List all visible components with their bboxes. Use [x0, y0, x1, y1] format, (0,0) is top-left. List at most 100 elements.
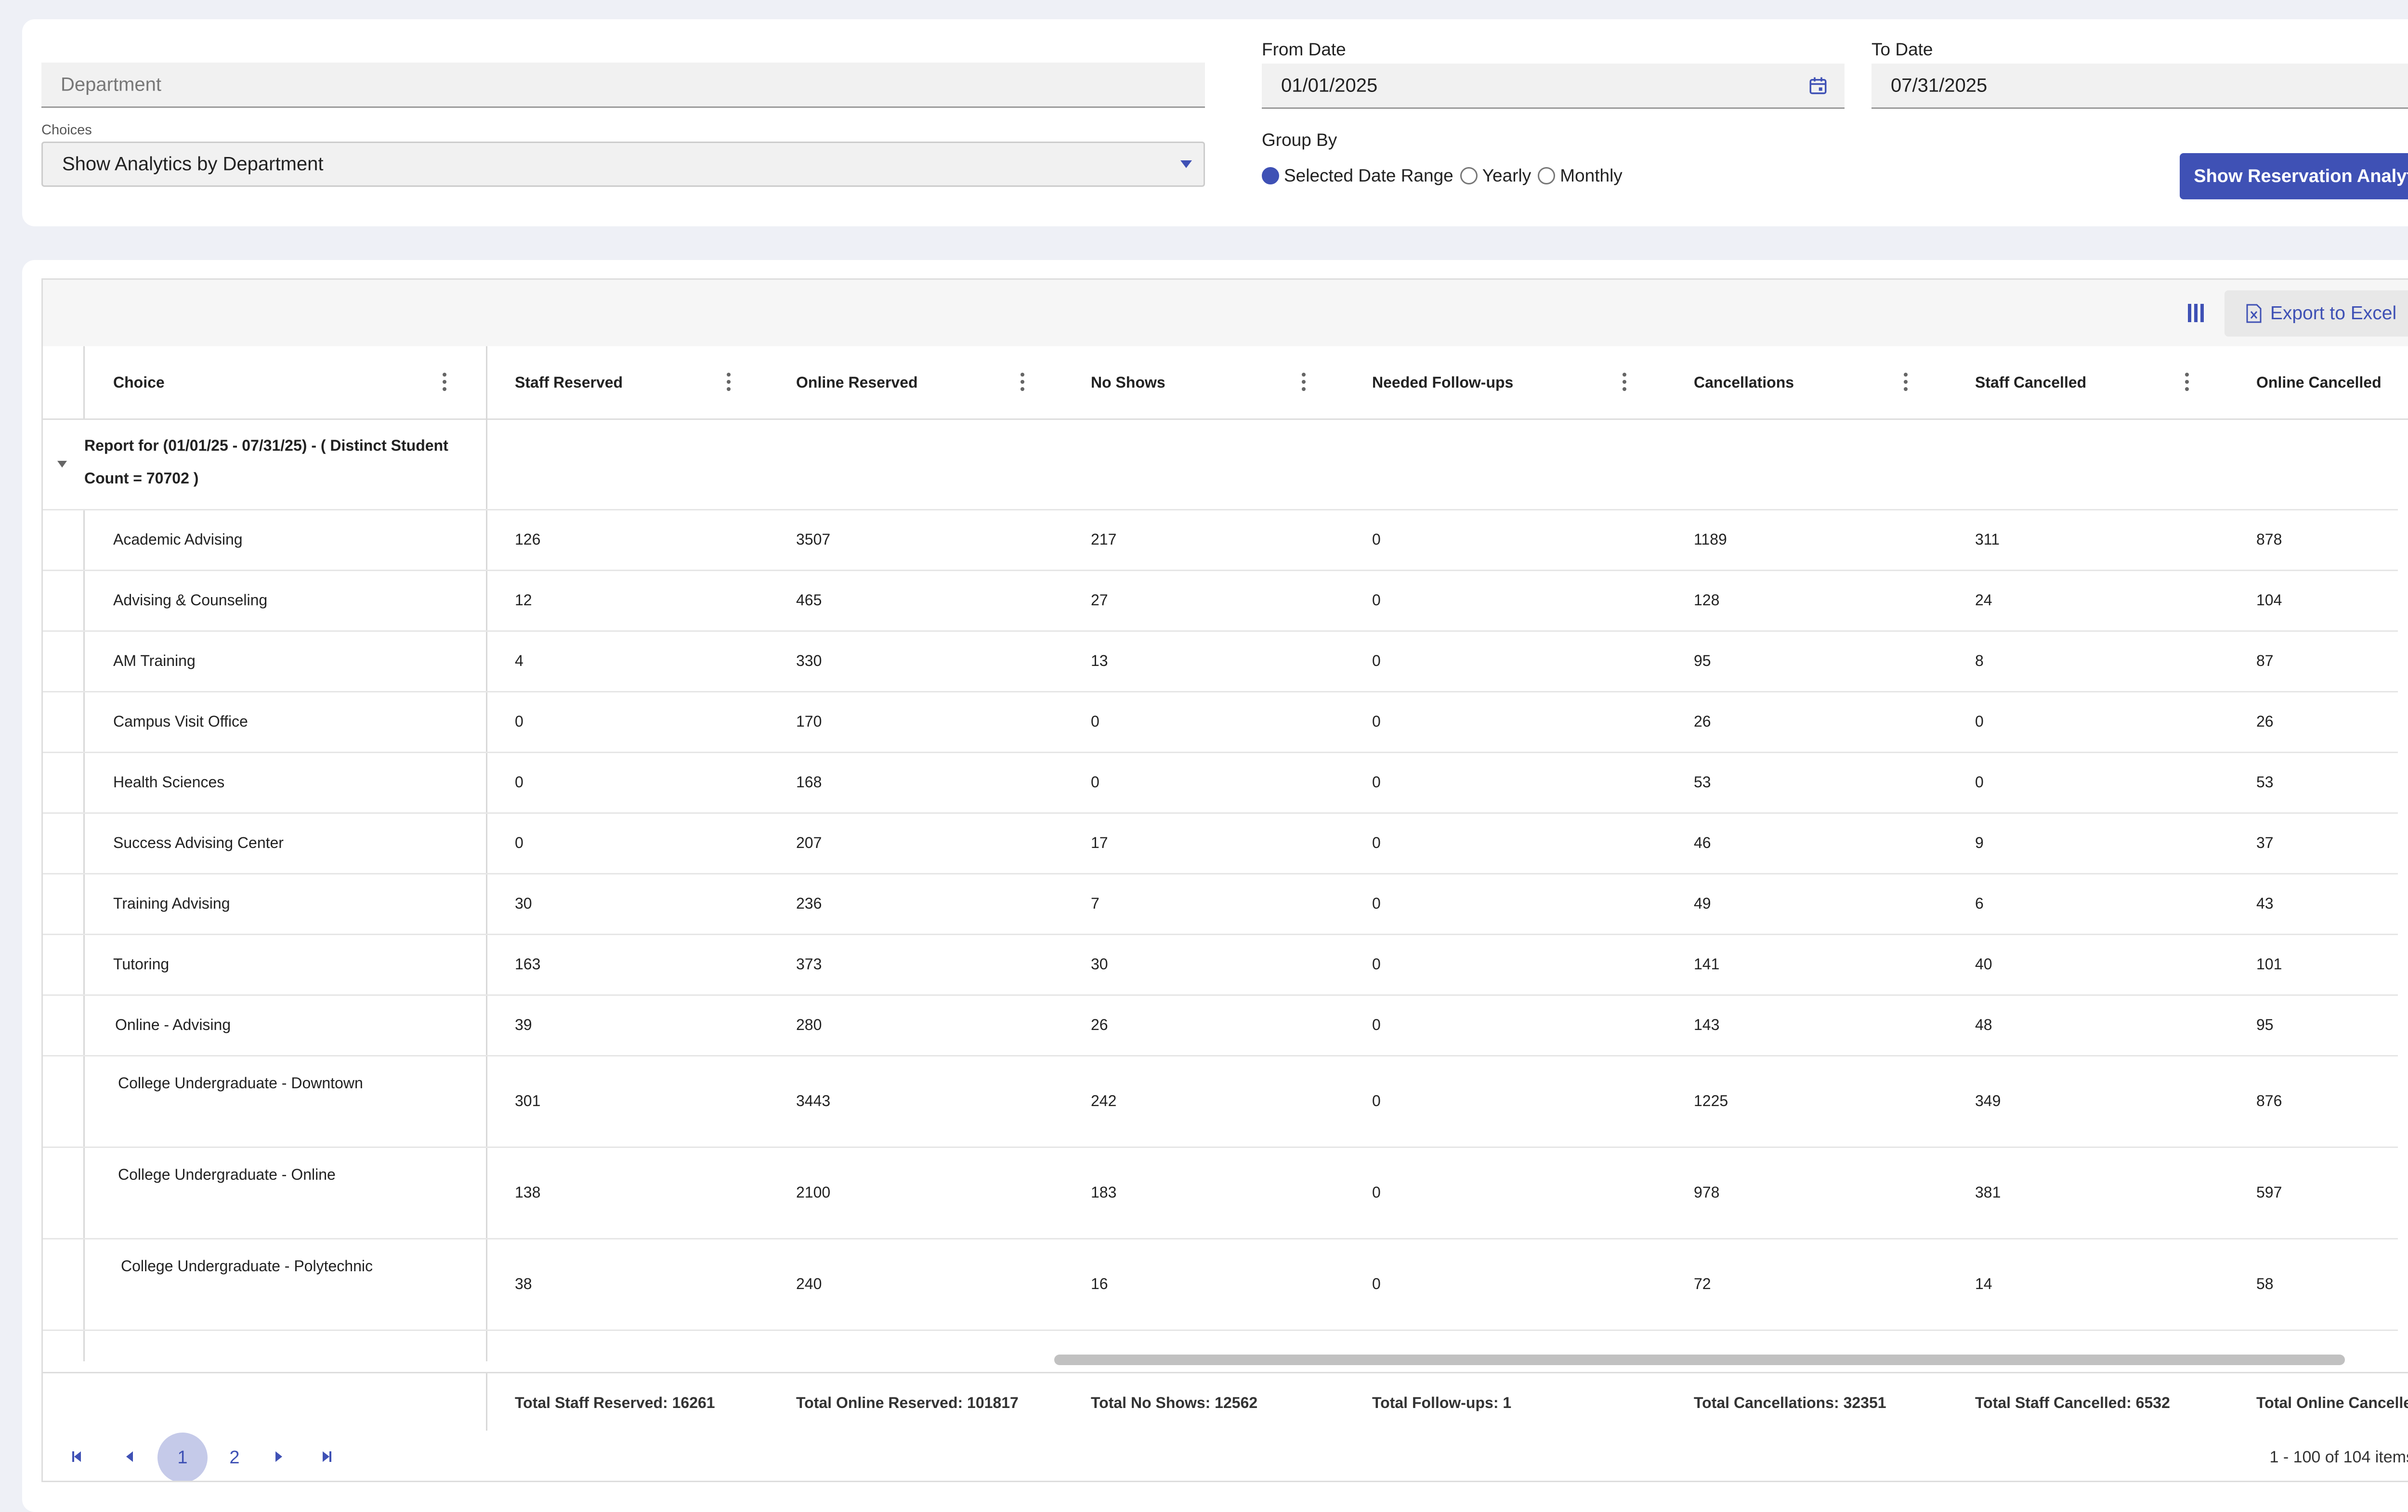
- column-header[interactable]: Online Cancelled: [2256, 346, 2382, 418]
- value-cell: 17: [1091, 834, 1108, 851]
- radio-selected-date-range[interactable]: Selected Date Range: [1262, 166, 1453, 186]
- page-2-button[interactable]: 2: [209, 1433, 260, 1481]
- group-by-label: Group By: [1262, 130, 1337, 150]
- choices-select[interactable]: Show Analytics by Department: [41, 142, 1205, 187]
- table-row[interactable]: Tutoring 163 373 30 0 141 40 101: [43, 934, 2398, 996]
- value-cell: 217: [1091, 530, 1117, 548]
- horizontal-scrollbar[interactable]: [1054, 1355, 2345, 1365]
- table-row[interactable]: Campus Visit Office 0 170 0 0 26 0 26: [43, 691, 2398, 753]
- value-cell: 38: [515, 1275, 532, 1292]
- value-cell: 1189: [1694, 530, 1727, 548]
- show-reservation-analytics-button[interactable]: Show Reservation Analytics: [2180, 153, 2408, 199]
- radio-label: Monthly: [1560, 166, 1623, 185]
- column-menu-icon[interactable]: [727, 373, 731, 391]
- value-cell: 2100: [796, 1183, 831, 1201]
- value-cell: 207: [796, 834, 822, 851]
- table-row[interactable]: Online - Advising 39 280 26 0 143 48 95: [43, 994, 2398, 1056]
- first-page-button[interactable]: [62, 1442, 91, 1471]
- to-date-input[interactable]: 07/31/2025: [1871, 64, 2408, 109]
- table-row[interactable]: College Undergraduate - Online 138 2100 183…: [43, 1147, 2398, 1239]
- choice-cell: Training Advising: [113, 894, 230, 912]
- column-header[interactable]: No Shows: [1091, 346, 1165, 418]
- value-cell: 53: [2256, 773, 2274, 791]
- value-cell: 27: [1091, 591, 1108, 609]
- column-menu-icon[interactable]: [443, 373, 446, 391]
- value-cell: 0: [1372, 1092, 1381, 1109]
- calendar-icon[interactable]: [1808, 76, 1828, 96]
- radio-yearly[interactable]: Yearly: [1460, 166, 1531, 186]
- footer-total: Total Online Reserved: 101817: [796, 1394, 1019, 1411]
- choices-value: Show Analytics by Department: [62, 153, 324, 175]
- last-page-button[interactable]: [313, 1442, 341, 1471]
- table-row[interactable]: Health Sciences 0 168 0 0 53 0 53: [43, 752, 2398, 814]
- column-header[interactable]: Staff Reserved: [515, 346, 623, 418]
- table-row[interactable]: Success Advising Center 0 207 17 0 46 9 37: [43, 812, 2398, 874]
- table-row[interactable]: College Undergraduate - Polytechnic 38 240…: [43, 1238, 2398, 1331]
- value-cell: 141: [1694, 955, 1720, 973]
- column-header[interactable]: Staff Cancelled: [1975, 346, 2086, 418]
- value-cell: 0: [1975, 773, 1984, 791]
- footer-total: Total Staff Cancelled: 6532: [1975, 1394, 2170, 1411]
- value-cell: 597: [2256, 1183, 2282, 1201]
- columns-icon[interactable]: [2184, 301, 2208, 325]
- value-cell: 7: [1091, 894, 1099, 912]
- footer-total: Total Cancellations: 32351: [1694, 1394, 1886, 1411]
- grid-body: Report for (01/01/25 - 07/31/25) - ( Dis…: [43, 418, 2408, 1361]
- table-row[interactable]: Advising & Counseling 12 465 27 0 128 24 104: [43, 570, 2398, 632]
- column-menu-icon[interactable]: [1623, 373, 1626, 391]
- value-cell: 876: [2256, 1092, 2282, 1109]
- value-cell: 30: [1091, 955, 1108, 973]
- value-cell: 46: [1694, 834, 1711, 851]
- column-header[interactable]: Choice: [113, 346, 165, 418]
- value-cell: 168: [796, 773, 822, 791]
- column-menu-icon[interactable]: [1302, 373, 1306, 391]
- value-cell: 72: [1694, 1275, 1711, 1292]
- value-cell: 101: [2256, 955, 2282, 973]
- value-cell: 0: [515, 712, 523, 730]
- choice-cell: Academic Advising: [113, 530, 243, 548]
- value-cell: 0: [1372, 591, 1381, 609]
- value-cell: 26: [1091, 1016, 1108, 1033]
- value-cell: 143: [1694, 1016, 1720, 1033]
- value-cell: 8: [1975, 652, 1984, 669]
- footer-total: Total No Shows: 12562: [1091, 1394, 1258, 1411]
- value-cell: 0: [1372, 1183, 1381, 1201]
- group-row[interactable]: Report for (01/01/25 - 07/31/25) - ( Dis…: [43, 418, 2398, 510]
- value-cell: 3507: [796, 530, 831, 548]
- to-date-value: 07/31/2025: [1891, 75, 1988, 96]
- radio-monthly[interactable]: Monthly: [1538, 166, 1623, 186]
- column-menu-icon[interactable]: [1021, 373, 1024, 391]
- column-menu-icon[interactable]: [1904, 373, 1908, 391]
- table-row[interactable]: College Undergraduate - Downtown 301 3443 2…: [43, 1055, 2398, 1148]
- column-header[interactable]: Cancellations: [1694, 346, 1794, 418]
- collapse-arrow-icon[interactable]: [57, 461, 67, 468]
- footer-total: Total Online Cancelled:: [2256, 1394, 2408, 1411]
- column-header[interactable]: Online Reserved: [796, 346, 918, 418]
- table-row[interactable]: Academic Advising 126 3507 217 0 1189 311 878: [43, 509, 2398, 571]
- next-page-button[interactable]: [264, 1442, 293, 1471]
- department-input[interactable]: Department: [41, 63, 1205, 108]
- value-cell: 43: [2256, 894, 2274, 912]
- column-menu-icon[interactable]: [2185, 373, 2189, 391]
- from-date-input[interactable]: 01/01/2025: [1262, 64, 1845, 109]
- footer-total: Total Follow-ups: 1: [1372, 1394, 1512, 1411]
- value-cell: 37: [2256, 834, 2274, 851]
- department-placeholder: Department: [61, 74, 161, 95]
- table-row[interactable]: AM Training 4 330 13 0 95 8 87: [43, 630, 2398, 692]
- prev-page-button[interactable]: [115, 1442, 144, 1471]
- radio-button[interactable]: [1538, 167, 1556, 184]
- radio-button[interactable]: [1262, 167, 1279, 184]
- radio-button[interactable]: [1460, 167, 1478, 184]
- column-header[interactable]: Needed Follow-ups: [1372, 346, 1513, 418]
- footer-total: Total Staff Reserved: 16261: [515, 1394, 715, 1411]
- pager: 1 2 1 - 100 of 104 items: [43, 1431, 2408, 1481]
- export-to-excel-button[interactable]: Export to Excel: [2225, 290, 2408, 337]
- grid-footer-totals: Total Staff Reserved: 16261 Total Online …: [43, 1372, 2408, 1434]
- value-cell: 58: [2256, 1275, 2274, 1292]
- value-cell: 0: [1372, 530, 1381, 548]
- value-cell: 39: [515, 1016, 532, 1033]
- page-1-button[interactable]: 1: [157, 1433, 208, 1481]
- choice-cell: Success Advising Center: [113, 834, 284, 851]
- value-cell: 9: [1975, 834, 1984, 851]
- table-row[interactable]: Training Advising 30 236 7 0 49 6 43: [43, 873, 2398, 935]
